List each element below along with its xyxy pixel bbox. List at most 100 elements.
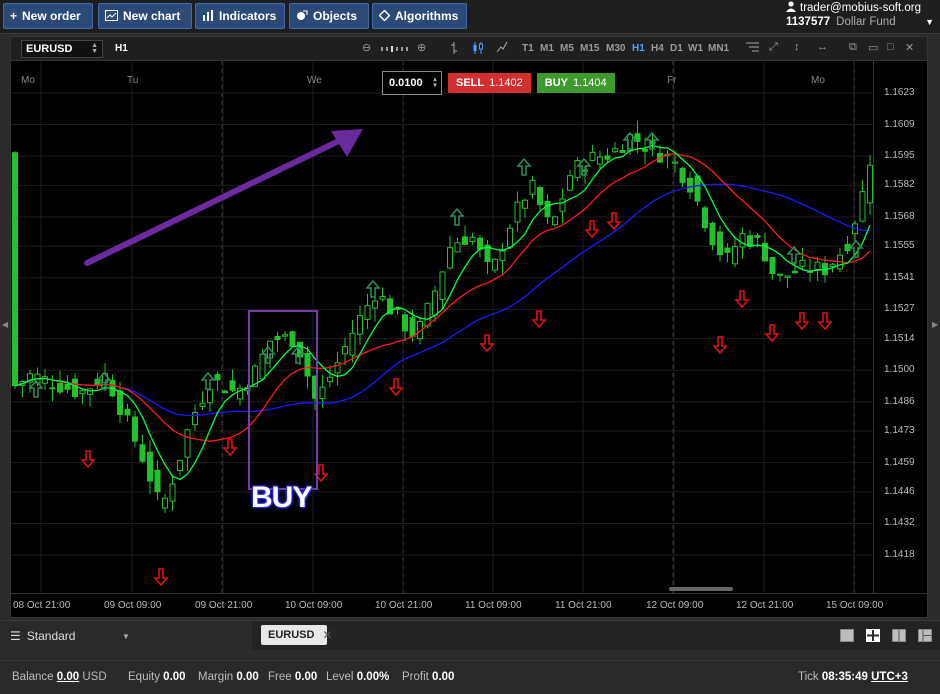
layout-grid-icon[interactable] xyxy=(866,629,880,642)
bearish-candle xyxy=(724,247,731,253)
objects-button[interactable]: Objects xyxy=(289,3,369,29)
bearish-candle xyxy=(462,236,468,245)
tf-W1[interactable]: W1 xyxy=(688,43,703,54)
tf-H4[interactable]: H4 xyxy=(651,43,664,54)
chart-tab-eurusd[interactable]: EURUSD ✕ xyxy=(261,625,333,645)
time-tick-label: 12 Oct 21:00 xyxy=(736,600,794,611)
tf-M15[interactable]: M15 xyxy=(580,43,599,54)
price-tick-label: 1.1446 xyxy=(884,485,915,497)
bullish-candle xyxy=(79,390,86,395)
server-time: 08:35:49 xyxy=(821,671,868,683)
account-menu[interactable]: trader@mobius-soft.org 1137577 Dollar Fu… xyxy=(786,1,934,28)
new-order-button[interactable]: + New order xyxy=(3,3,93,29)
expand-diagonal-icon[interactable]: ⤢ xyxy=(769,41,778,54)
bullish-candle xyxy=(529,179,536,195)
account-email: trader@mobius-soft.org xyxy=(800,2,921,14)
clock-group: Tick 08:35:49 UTC+3 xyxy=(798,671,908,683)
chevron-down-icon: ▼ xyxy=(122,631,130,641)
diamond-icon xyxy=(378,9,391,23)
price-tick-label: 1.1486 xyxy=(884,395,915,407)
layout-single-icon[interactable] xyxy=(840,629,854,642)
sell-signal-arrow xyxy=(153,568,169,587)
bearish-candle xyxy=(844,243,851,252)
price-tick-label: 1.1623 xyxy=(884,87,915,98)
right-collapse-icon[interactable]: ▶ xyxy=(932,320,938,329)
chevron-down-icon: ▼ xyxy=(925,17,934,27)
close-tab-icon[interactable]: ✕ xyxy=(322,628,332,642)
bearish-candle xyxy=(687,177,693,193)
chart-tabs-bar: ☰ Standard ▼ EURUSD ✕ xyxy=(0,620,940,651)
sell-button[interactable]: SELL 1.1402 xyxy=(448,73,531,93)
sell-signal-arrow xyxy=(794,312,810,331)
expand-horizontal-icon[interactable]: ↔ xyxy=(817,41,828,53)
balance-group: Balance 0.00 USD xyxy=(12,671,107,683)
zoom-out-icon[interactable]: ⊖ xyxy=(362,41,371,54)
objects-label: Objects xyxy=(313,9,358,23)
tf-T1[interactable]: T1 xyxy=(522,43,534,54)
time-tick-label: 11 Oct 21:00 xyxy=(555,600,612,611)
bearish-candle xyxy=(702,207,708,229)
tf-M30[interactable]: M30 xyxy=(606,43,625,54)
bearish-candle xyxy=(642,148,648,152)
bar-chart-icon[interactable] xyxy=(449,41,459,58)
time-tick-label: 12 Oct 09:00 xyxy=(646,600,704,611)
bearish-candle xyxy=(694,175,701,202)
layout-selector[interactable]: ☰ Standard ▼ xyxy=(0,621,252,651)
indicators-button[interactable]: Indicators xyxy=(195,3,285,29)
time-axis[interactable]: 08 Oct 21:00 09 Oct 09:00 09 Oct 21:00 10 O… xyxy=(11,593,927,617)
sell-signal-arrow xyxy=(479,334,495,353)
close-icon[interactable]: ✕ xyxy=(905,41,914,54)
bearish-candle xyxy=(709,222,716,246)
chart-window-icon xyxy=(105,9,118,23)
price-chart[interactable] xyxy=(11,61,873,593)
bullish-candle xyxy=(867,164,873,204)
price-axis[interactable]: 1.1623 1.1609 1.1595 1.1582 1.1568 1.1555 1.15… xyxy=(873,61,927,593)
line-chart-icon[interactable] xyxy=(496,41,508,56)
buy-price: 1.1404 xyxy=(573,77,607,89)
algorithms-button[interactable]: Algorithms xyxy=(372,3,467,29)
timezone[interactable]: UTC+3 xyxy=(871,671,908,683)
equity-value: 0.00 xyxy=(163,671,186,683)
expand-vertical-icon[interactable]: ↕ xyxy=(794,41,800,53)
chart-scrollbar[interactable] xyxy=(669,587,733,591)
bullish-candle xyxy=(829,263,836,267)
bearish-candle xyxy=(537,187,543,206)
price-tick-label: 1.1432 xyxy=(884,517,915,529)
tf-M1[interactable]: M1 xyxy=(540,43,554,54)
symbol-selector[interactable]: EURUSD ▲ ▼ xyxy=(21,40,103,58)
tf-D1[interactable]: D1 xyxy=(670,43,683,54)
bearish-candle xyxy=(132,416,138,442)
tf-M5[interactable]: M5 xyxy=(560,43,574,54)
day-label: Mo xyxy=(811,75,825,86)
maximize-icon[interactable]: □ xyxy=(887,41,894,53)
horizontal-lines-icon[interactable] xyxy=(746,41,759,56)
lot-size-input[interactable]: 0.0100 ▲ ▼ xyxy=(382,71,442,95)
tf-H1[interactable]: H1 xyxy=(632,43,645,54)
bearish-candle xyxy=(147,451,153,482)
tf-MN1[interactable]: MN1 xyxy=(708,43,729,54)
minimize-icon[interactable]: ▭ xyxy=(868,41,878,54)
zoom-in-icon[interactable]: ⊕ xyxy=(417,41,426,54)
indicators-label: Indicators xyxy=(219,9,277,23)
buy-button[interactable]: BUY 1.1404 xyxy=(536,73,615,93)
day-label: Fr xyxy=(667,75,677,86)
popout-icon[interactable]: ⧉ xyxy=(849,41,857,54)
bullish-candle xyxy=(319,386,326,400)
balance-label: Balance xyxy=(12,671,54,683)
left-collapse-icon[interactable]: ◀ xyxy=(2,320,8,329)
bullish-candle xyxy=(447,247,453,269)
bullish-candle xyxy=(567,175,573,191)
time-tick-label: 10 Oct 09:00 xyxy=(285,600,343,611)
price-tick-label: 1.1500 xyxy=(884,364,915,376)
new-chart-button[interactable]: New chart xyxy=(98,3,192,29)
time-tick-label: 08 Oct 21:00 xyxy=(13,600,71,611)
balance-value[interactable]: 0.00 xyxy=(57,671,79,683)
price-tick-label: 1.1568 xyxy=(884,210,915,222)
layout-rows-icon[interactable] xyxy=(918,629,932,642)
bullish-candle xyxy=(372,300,378,309)
sell-signal-arrow xyxy=(712,336,728,355)
bullish-candle xyxy=(732,245,738,265)
candle-chart-icon[interactable] xyxy=(472,41,484,58)
zoom-slider[interactable] xyxy=(381,44,409,56)
layout-columns-icon[interactable] xyxy=(892,629,906,642)
